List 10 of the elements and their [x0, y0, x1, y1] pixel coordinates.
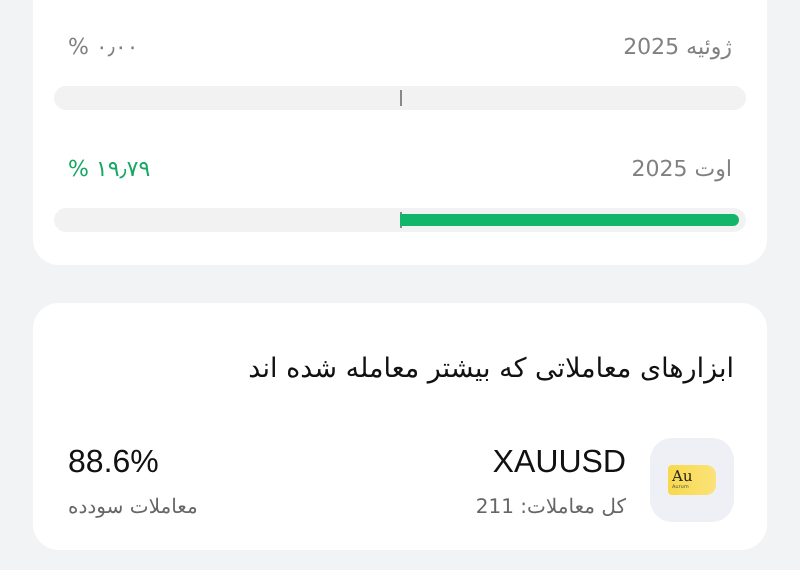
month-label: اوت 2025	[632, 156, 732, 182]
month-label: ژوئیه 2025	[623, 34, 732, 60]
center-tick	[400, 90, 402, 106]
section-title: ابزارهای معاملاتی که بیشتر معامله شده اند	[247, 353, 734, 384]
return-reading: ۱۹٫۷۹ %	[68, 156, 150, 182]
win-rate: 88.6%	[68, 442, 160, 480]
return-reading: ۰٫۰۰ %	[68, 34, 138, 60]
win-rate-label: معاملات سودده	[68, 494, 198, 518]
trade-count: کل معاملات: 211	[474, 494, 626, 518]
instrument-symbol: XAUUSD	[492, 442, 626, 480]
